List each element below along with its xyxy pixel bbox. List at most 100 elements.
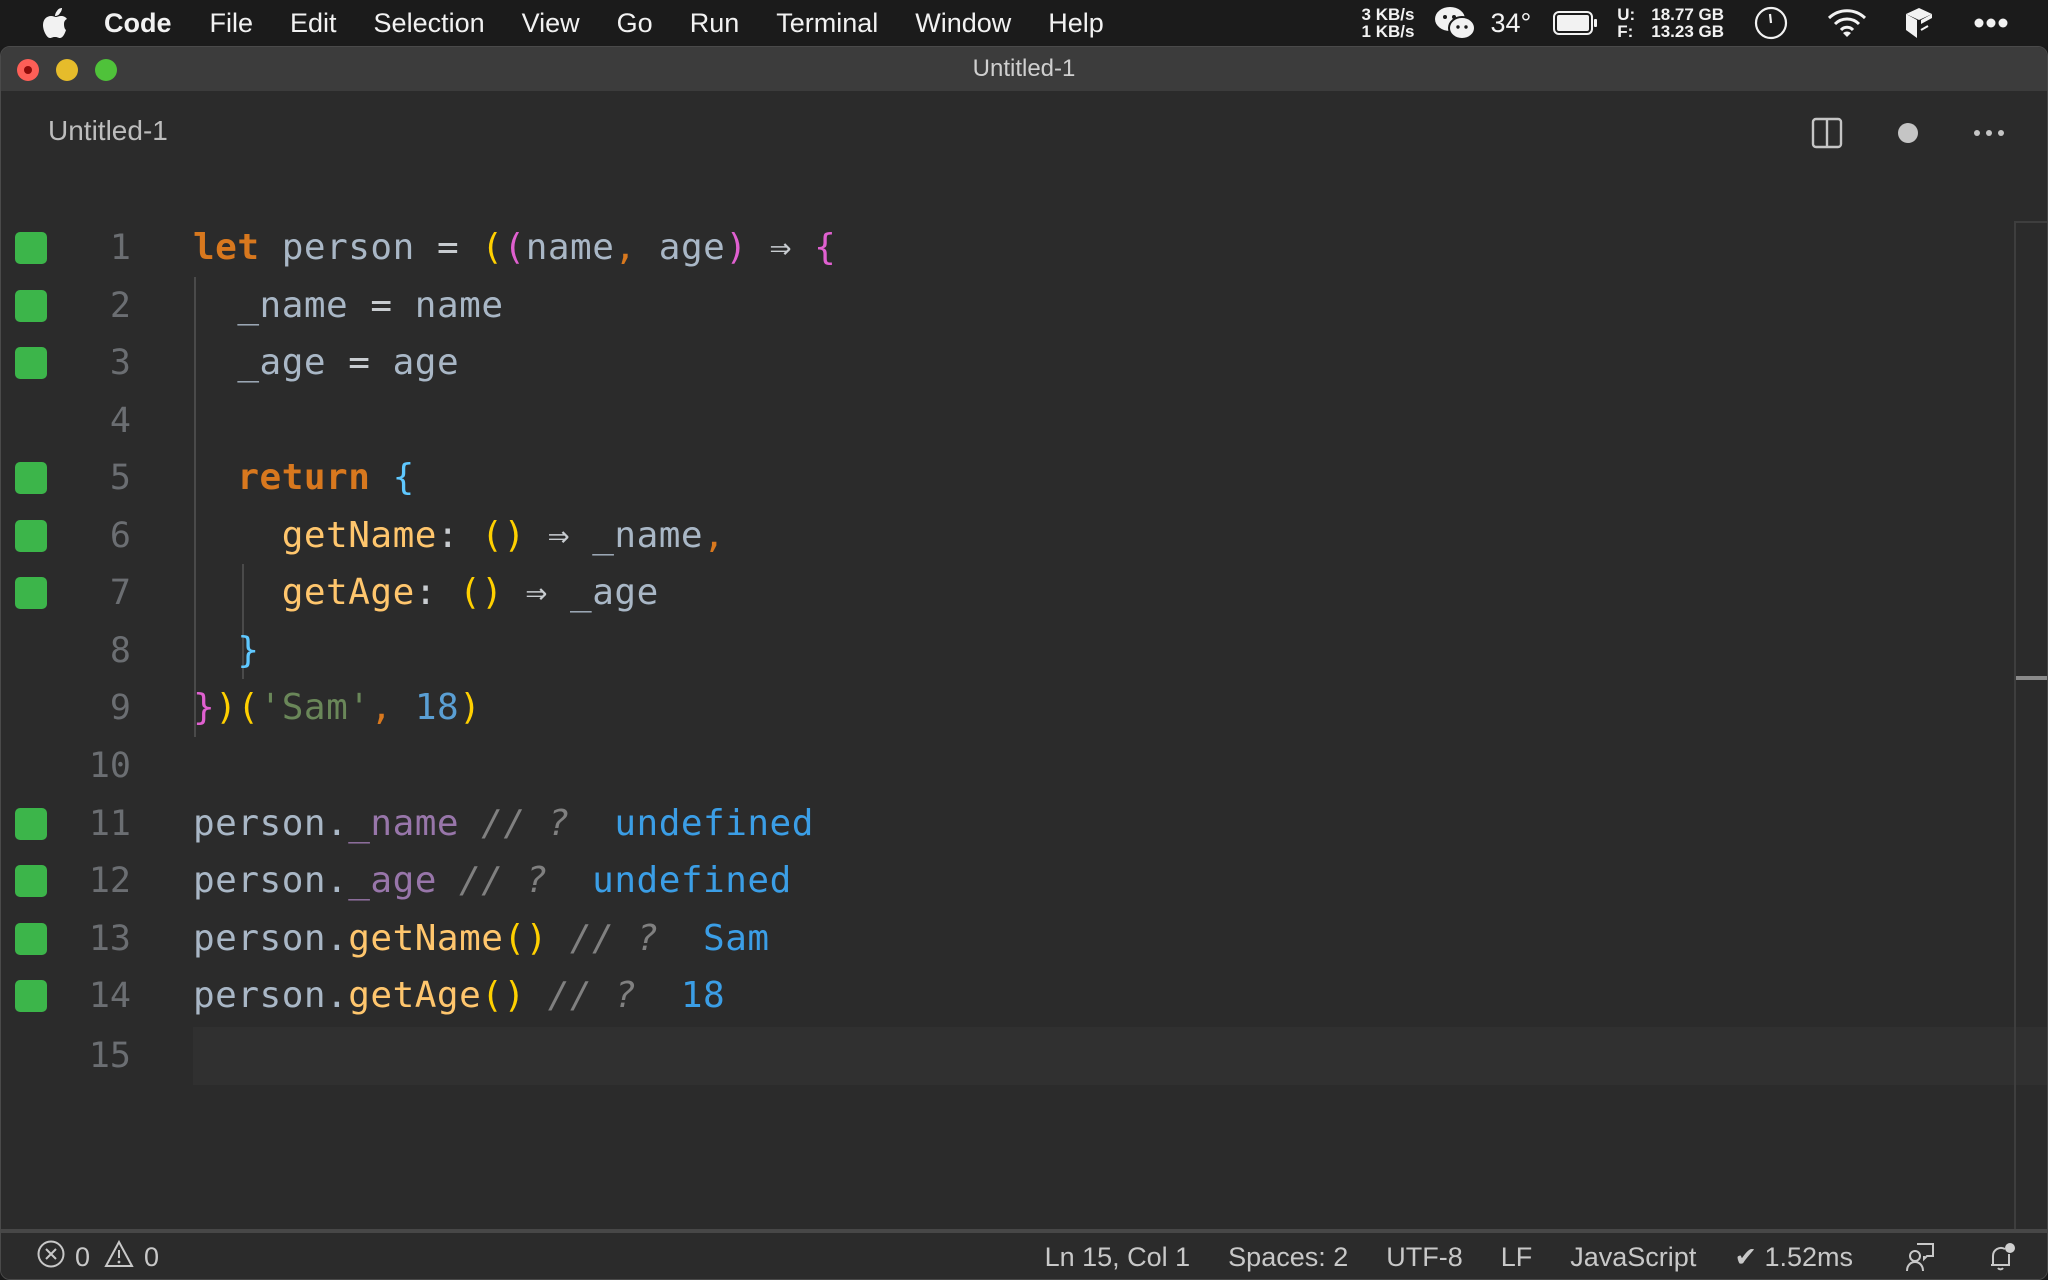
code-text: let person = ((name, age) ⇒ { [193,227,837,269]
status-bar: 0 0 Ln 15, Col 1 Spaces: 2 UTF-8 LF Java… [1,1229,2047,1279]
code-text: person.getAge() // ? 18 [193,975,726,1017]
line-number: 1 [109,227,131,268]
code-line[interactable]: 6 getName: () ⇒ _name, [1,507,2011,565]
minimize-window-button[interactable] [56,59,78,81]
code-line[interactable]: 10 [1,737,2011,795]
editor-tab-bar: Untitled-1 [1,91,2047,171]
menu-selection[interactable]: Selection [374,0,485,46]
overview-ruler-border [2014,221,2047,223]
vscode-window: Untitled-1 Untitled-1 1 let person = ((n… [0,46,2048,1280]
line-number: 3 [109,342,131,383]
menu-terminal[interactable]: Terminal [776,0,878,46]
encoding[interactable]: UTF-8 [1386,1242,1463,1273]
close-window-button[interactable] [17,59,39,81]
code-line[interactable]: 2 _name = name [1,277,2011,335]
menu-go[interactable]: Go [617,0,653,46]
code-text: _name = name [237,285,504,327]
inline-result: undefined [592,860,792,902]
code-line[interactable]: 12 person._age // ? undefined [1,852,2011,910]
code-text: getName: () ⇒ _name, [281,515,726,557]
line-number: 4 [109,400,131,441]
inline-result: 18 [680,975,726,1017]
line-number: 6 [109,515,131,556]
temperature[interactable]: 34° [1490,8,1531,39]
code-line[interactable]: 3 _age = age [1,334,2011,392]
menu-app-name[interactable]: Code [104,0,172,46]
status-bar-right: Ln 15, Col 1 Spaces: 2 UTF-8 LF JavaScri… [1007,1242,2017,1273]
notifications-bell-icon[interactable] [1987,1242,2017,1272]
window-titlebar[interactable]: Untitled-1 [1,47,2047,91]
code-line[interactable]: 4 [1,392,2011,450]
feedback-icon[interactable] [1905,1242,1935,1272]
more-icon[interactable] [1974,18,2008,28]
code-text: person._name // ? undefined [193,803,814,845]
wechat-icon[interactable] [1434,6,1477,40]
warning-icon [104,1239,134,1275]
code-text: person.getName() // ? Sam [193,918,770,960]
code-text: person._age // ? undefined [193,860,792,902]
code-line[interactable]: 1 let person = ((name, age) ⇒ { [1,219,2011,277]
line-number: 11 [88,803,131,844]
tab-untitled-1[interactable]: Untitled-1 [48,115,168,147]
code-text: return { [237,457,415,499]
indentation[interactable]: Spaces: 2 [1228,1242,1348,1273]
line-number: 12 [88,860,131,901]
menu-run[interactable]: Run [690,0,740,46]
unsaved-dot-icon[interactable] [1890,115,1926,151]
editor-actions [1809,115,2007,151]
menu-edit[interactable]: Edit [290,0,337,46]
code-text: getAge: () ⇒ _age [281,572,659,614]
code-line[interactable]: 14 person.getAge() // ? 18 [1,967,2011,1025]
more-actions-icon[interactable] [1971,115,2007,151]
clock-icon[interactable] [1754,6,1788,40]
coverage-mark [15,289,47,322]
cursor-position[interactable]: Ln 15, Col 1 [1045,1242,1191,1273]
code-line[interactable]: 13 person.getName() // ? Sam [1,910,2011,968]
line-number: 9 [109,687,131,728]
end-of-line[interactable]: LF [1501,1242,1533,1273]
split-editor-icon[interactable] [1809,115,1845,151]
menu-help[interactable]: Help [1048,0,1104,46]
battery-icon[interactable] [1553,11,1599,35]
menu-window[interactable]: Window [915,0,1011,46]
coverage-mark [15,979,47,1012]
warning-count: 0 [144,1241,160,1272]
menu-bar-status-area: 3 KB/s 1 KB/s 34° U: F: 18.77 GB 13.23 G… [1362,0,2048,46]
disk-usage[interactable]: U: F: 18.77 GB 13.23 GB [1617,6,1724,40]
line-number: 8 [109,630,131,671]
network-speed[interactable]: 3 KB/s 1 KB/s [1362,6,1415,40]
code-line[interactable]: 5 return { [1,449,2011,507]
line-number: 14 [88,975,131,1016]
language-mode[interactable]: JavaScript [1570,1242,1696,1273]
code-line[interactable]: 7 getAge: () ⇒ _age [1,564,2011,622]
line-number: 2 [109,285,131,326]
quokka-timing[interactable]: ✔ 1.52ms [1734,1242,1853,1273]
macos-menu-bar: Code File Edit Selection View Go Run Ter… [0,0,2048,46]
coverage-mark [15,461,47,494]
disk-free-value: 13.23 GB [1651,22,1724,41]
disk-used-label: U: [1617,5,1636,24]
overview-ruler[interactable] [2014,221,2016,1279]
coverage-mark [15,519,47,552]
code-editor[interactable]: 1 let person = ((name, age) ⇒ { 2 _name … [1,171,2047,1279]
inline-result: Sam [703,918,770,960]
code-line[interactable]: 8 } [1,622,2011,680]
menu-view[interactable]: View [522,0,580,46]
coverage-mark [15,922,47,955]
code-text: } [237,630,260,672]
apple-logo-icon[interactable] [40,8,70,38]
code-line[interactable]: 11 person._name // ? undefined [1,795,2011,853]
code-line-current[interactable]: 15 [1,1027,2011,1085]
maximize-window-button[interactable] [95,59,117,81]
coverage-mark [15,576,47,609]
code-line[interactable]: 9 })('Sam', 18) [1,679,2011,737]
coverage-mark [15,807,47,840]
disk-used-value: 18.77 GB [1651,5,1724,24]
cube-app-icon[interactable] [1904,6,1934,40]
scrollbar-position-marker[interactable] [2016,676,2047,680]
coverage-mark [15,864,47,897]
wifi-icon[interactable] [1826,7,1868,39]
menu-file[interactable]: File [210,0,254,46]
problems-indicator[interactable]: 0 0 [37,1239,160,1275]
line-number: 10 [88,745,131,786]
